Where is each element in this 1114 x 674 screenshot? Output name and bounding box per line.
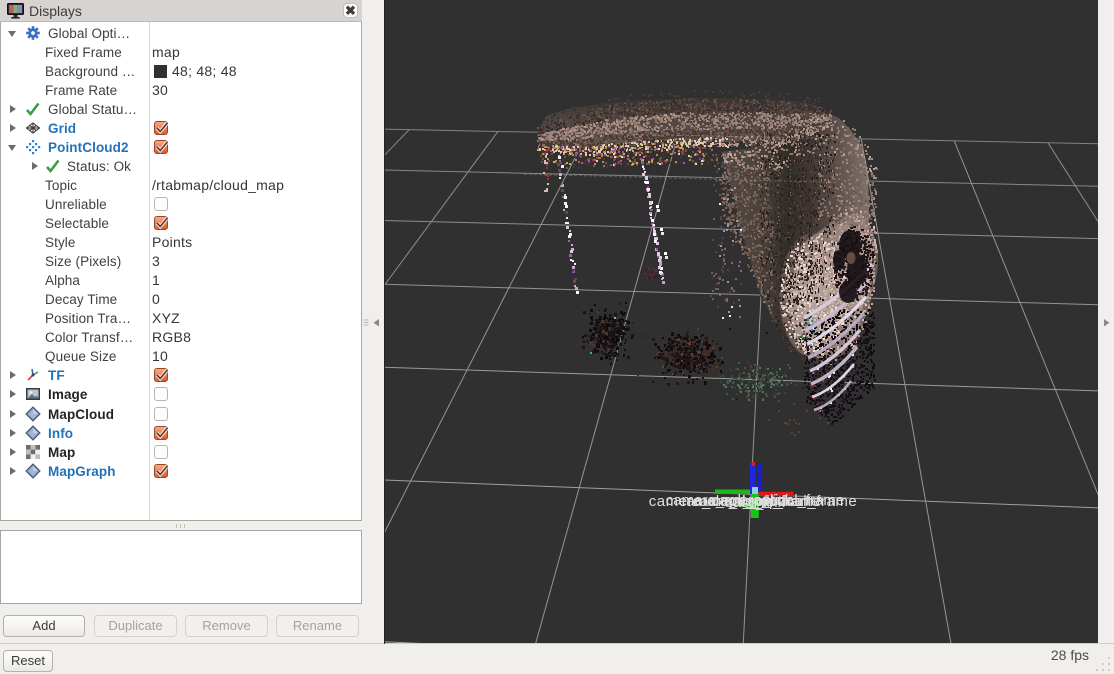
svg-text:base_link: base_link xyxy=(725,494,785,510)
